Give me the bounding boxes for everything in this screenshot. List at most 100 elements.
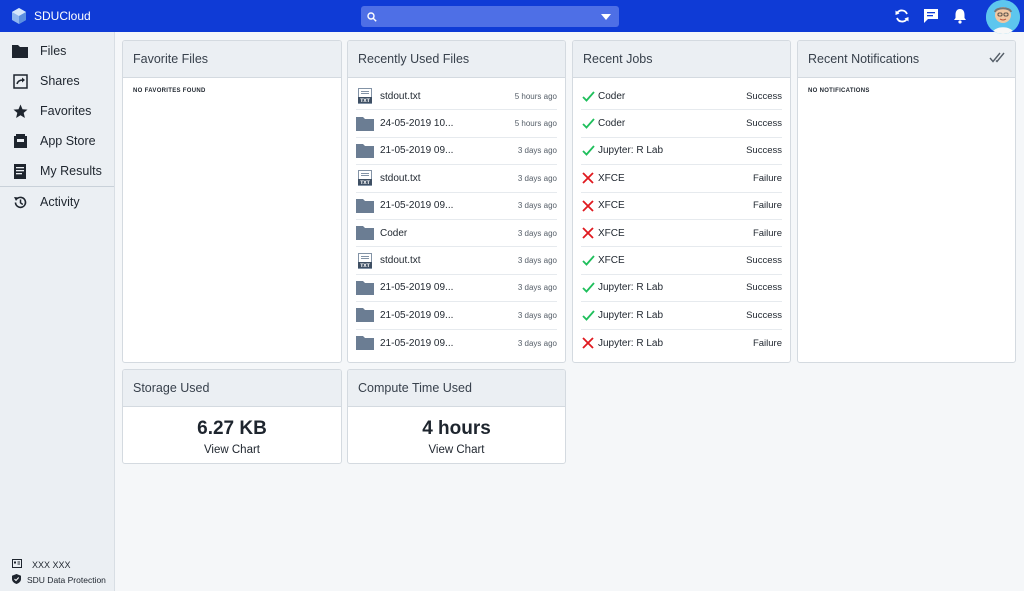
data-protection-label: SDU Data Protection — [27, 574, 106, 585]
svg-text:TXT: TXT — [360, 98, 371, 104]
job-row[interactable]: XFCE Failure — [581, 165, 782, 193]
storage-used-card: Storage Used 6.27 KB View Chart — [122, 369, 342, 464]
check-icon — [581, 88, 595, 104]
folder-icon — [356, 280, 374, 296]
sidebar-item-files[interactable]: Files — [0, 36, 114, 66]
file-time: 3 days ago — [517, 283, 557, 293]
job-status: Failure — [752, 200, 782, 212]
folder-icon — [356, 143, 374, 159]
file-row[interactable]: TXT stdout.txt 3 days ago — [356, 247, 557, 275]
txt-file-icon: TXT — [356, 88, 374, 105]
job-row[interactable]: Coder Success — [581, 110, 782, 138]
bell-icon[interactable] — [949, 5, 971, 27]
file-row[interactable]: 21-05-2019 09... 3 days ago — [356, 330, 557, 357]
file-row[interactable]: 24-05-2019 10... 5 hours ago — [356, 110, 557, 138]
file-row[interactable]: Coder 3 days ago — [356, 220, 557, 248]
view-chart-link[interactable]: View Chart — [348, 444, 565, 456]
avatar[interactable] — [986, 0, 1020, 34]
file-name: stdout.txt — [380, 90, 421, 102]
file-row[interactable]: 21-05-2019 09... 3 days ago — [356, 302, 557, 330]
chat-icon[interactable] — [920, 5, 942, 27]
job-status: Success — [746, 309, 782, 321]
cross-icon — [581, 170, 595, 186]
file-row[interactable]: 21-05-2019 09... 3 days ago — [356, 138, 557, 166]
job-row[interactable]: Jupyter: R Lab Failure — [581, 330, 782, 357]
card-header: Recently Used Files — [348, 41, 565, 78]
sidebar-item-app-store[interactable]: App Store — [0, 126, 114, 156]
file-time: 3 days ago — [517, 256, 557, 266]
file-time: 3 days ago — [517, 201, 557, 211]
job-row[interactable]: XFCE Failure — [581, 193, 782, 220]
txt-file-icon: TXT — [356, 170, 374, 187]
card-header: Compute Time Used — [348, 370, 565, 407]
job-status: Success — [746, 145, 782, 157]
search-input[interactable] — [361, 6, 619, 27]
sidebar: Files Shares Favorites App Store My Resu… — [0, 32, 115, 591]
user-name: XXX XXX — [32, 559, 71, 570]
file-time: 3 days ago — [517, 228, 557, 238]
sducloud-logo-icon — [10, 7, 28, 25]
job-row[interactable]: Coder Success — [581, 83, 782, 111]
job-name: Coder — [598, 90, 626, 102]
view-chart-link[interactable]: View Chart — [123, 444, 341, 456]
sidebar-item-label: App Store — [40, 134, 96, 148]
job-row[interactable]: Jupyter: R Lab Success — [581, 302, 782, 330]
check-icon — [581, 253, 595, 269]
cross-icon — [581, 335, 595, 351]
check-icon — [581, 116, 595, 132]
svg-text:TXT: TXT — [360, 263, 371, 269]
sidebar-item-label: Activity — [40, 195, 80, 209]
job-name: XFCE — [598, 200, 625, 212]
file-time: 3 days ago — [517, 146, 557, 156]
sidebar-item-activity[interactable]: Activity — [0, 187, 114, 217]
file-time: 3 days ago — [517, 173, 557, 183]
app-name: SDUCloud — [34, 9, 91, 23]
sidebar-item-shares[interactable]: Shares — [0, 66, 114, 96]
job-row[interactable]: XFCE Success — [581, 247, 782, 275]
job-row[interactable]: Jupyter: R Lab Success — [581, 275, 782, 303]
card-title: Recently Used Files — [358, 52, 470, 66]
refresh-icon[interactable] — [891, 5, 913, 27]
card-title: Compute Time Used — [358, 381, 472, 395]
card-header: Favorite Files — [123, 41, 341, 78]
chevron-down-icon[interactable] — [601, 13, 611, 20]
txt-file-icon: TXT — [356, 252, 374, 269]
app-store-icon — [12, 133, 28, 149]
compute-time-card: Compute Time Used 4 hours View Chart — [347, 369, 566, 464]
file-row[interactable]: TXT stdout.txt 3 days ago — [356, 165, 557, 193]
job-row[interactable]: XFCE Failure — [581, 220, 782, 248]
file-name: 21-05-2019 09... — [380, 282, 454, 294]
mark-all-read-icon[interactable] — [989, 52, 1005, 67]
file-name: 24-05-2019 10... — [380, 118, 454, 130]
card-title: Recent Notifications — [808, 52, 920, 66]
card-header: Storage Used — [123, 370, 341, 407]
brand[interactable]: SDUCloud — [10, 7, 91, 25]
job-status: Success — [746, 90, 782, 102]
job-row[interactable]: Jupyter: R Lab Success — [581, 138, 782, 166]
data-protection-link[interactable]: SDU Data Protection — [12, 572, 106, 587]
sidebar-item-my-results[interactable]: My Results — [0, 156, 114, 186]
job-status: Failure — [752, 337, 782, 349]
empty-message: NO NOTIFICATIONS — [808, 88, 870, 94]
sidebar-item-favorites[interactable]: Favorites — [0, 96, 114, 126]
folder-icon — [356, 335, 374, 351]
file-name: 21-05-2019 09... — [380, 309, 454, 321]
storage-value: 6.27 KB — [197, 418, 267, 439]
user-info: XXX XXX — [12, 557, 106, 572]
favorite-files-card: Favorite Files NO FAVORITES FOUND — [122, 40, 342, 363]
compute-value: 4 hours — [422, 418, 491, 439]
file-row[interactable]: 21-05-2019 09... 3 days ago — [356, 193, 557, 220]
star-icon — [12, 103, 28, 119]
recent-jobs-card: Recent Jobs Coder Success Coder Success Jupy… — [572, 40, 791, 363]
file-name: 21-05-2019 09... — [380, 337, 454, 349]
cross-icon — [581, 225, 595, 241]
job-status: Success — [746, 255, 782, 267]
id-card-icon — [12, 559, 28, 570]
job-name: Jupyter: R Lab — [598, 337, 664, 349]
job-name: Coder — [598, 118, 626, 130]
file-row[interactable]: 21-05-2019 09... 3 days ago — [356, 275, 557, 303]
file-row[interactable]: TXT stdout.txt 5 hours ago — [356, 83, 557, 111]
job-name: XFCE — [598, 255, 625, 267]
check-icon — [581, 307, 595, 323]
svg-text:TXT: TXT — [360, 180, 371, 186]
